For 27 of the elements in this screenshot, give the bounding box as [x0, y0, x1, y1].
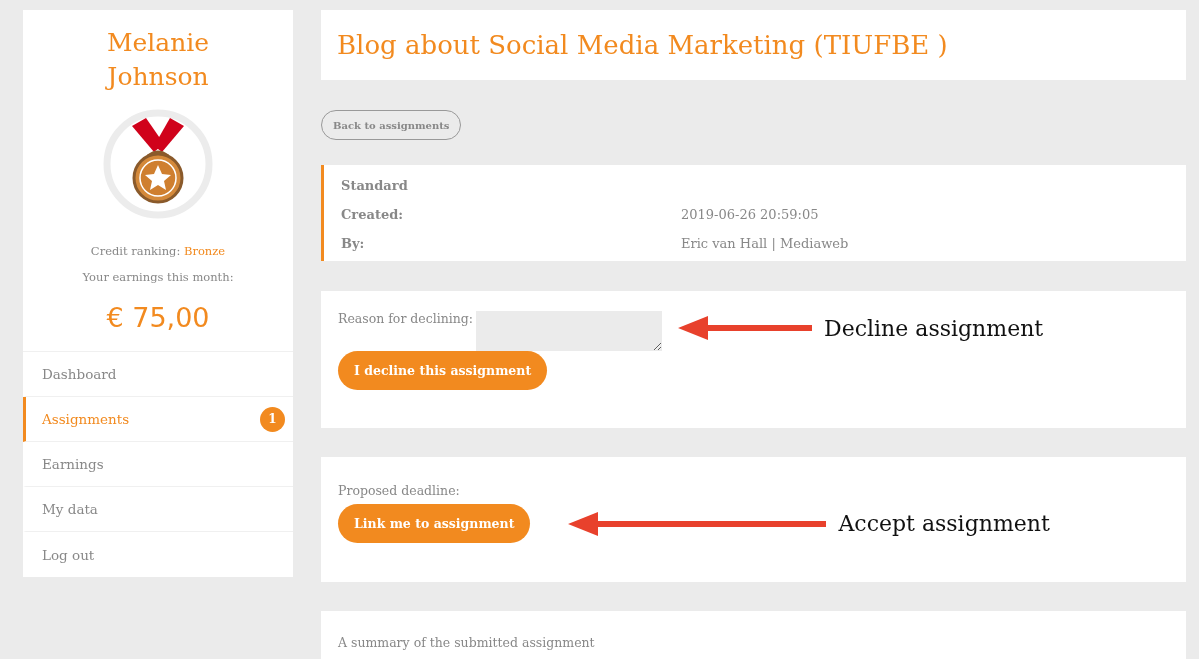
info-label: Created: [341, 207, 405, 222]
count-badge: 1 [260, 406, 285, 432]
field-label: Reason for declining: [338, 311, 474, 326]
arrow-icon [568, 510, 827, 537]
summary-label: A summary of the submitted assignment [338, 635, 595, 650]
medal-icon [102, 108, 214, 220]
earnings-label: Your earnings this month: [82, 269, 234, 286]
annotation-text: Decline assignment [824, 315, 1044, 341]
sidebar-item[interactable]: Assignments 1 [23, 397, 293, 442]
sidebar-item[interactable]: Log out [23, 532, 293, 577]
field-label: Proposed deadline: [338, 483, 461, 498]
sidebar-item[interactable]: My data [23, 487, 293, 532]
accept-button[interactable]: Link me to assignment [338, 504, 531, 543]
earnings-amount: € 75,00 [106, 302, 210, 333]
sidebar-item[interactable]: Dashboard [23, 352, 293, 397]
arrow-icon [678, 315, 813, 341]
info-value: Eric van Hall | Mediaweb [681, 236, 849, 251]
user-name: Melanie Johnson [104, 27, 211, 93]
info-value: 2019-06-26 20:59:05 [681, 207, 819, 222]
page-title: Blog about Social Media Marketing (TIUFBE ) [321, 10, 1186, 80]
annotation-text: Accept assignment [838, 511, 1050, 536]
reason-field[interactable] [476, 311, 663, 351]
assignment-type: Standard [341, 178, 409, 193]
sidebar-item[interactable]: Earnings [23, 442, 293, 487]
credit-ranking: Credit ranking: Bronze [90, 243, 226, 260]
info-label: By: [341, 236, 366, 251]
decline-button[interactable]: I decline this assignment [338, 351, 548, 390]
